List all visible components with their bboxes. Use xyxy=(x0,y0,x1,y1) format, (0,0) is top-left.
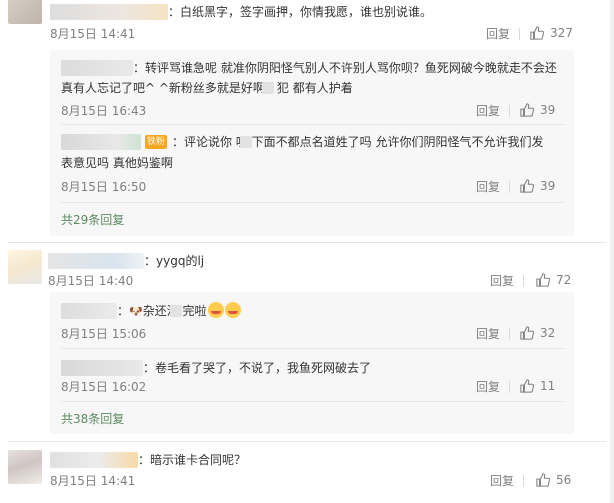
divider xyxy=(61,124,564,125)
thumbs-up-icon xyxy=(520,326,534,340)
divider xyxy=(509,328,510,340)
thumbs-up-icon xyxy=(520,103,534,117)
username-blurred[interactable] xyxy=(61,134,141,150)
like-button[interactable]: 56 xyxy=(536,472,571,488)
username-blurred[interactable] xyxy=(50,4,168,20)
divider xyxy=(523,475,524,487)
thumbs-up-icon xyxy=(530,26,544,40)
blurred-word xyxy=(262,82,274,94)
like-button[interactable]: 32 xyxy=(520,325,555,341)
avatar[interactable] xyxy=(8,450,42,484)
divider xyxy=(523,275,524,287)
divider xyxy=(509,181,510,193)
more-replies-link[interactable]: 共38条回复 xyxy=(61,411,124,427)
username-blurred[interactable] xyxy=(61,360,143,376)
comment-date: 8月15日 14:41 xyxy=(50,27,136,41)
username-blurred[interactable] xyxy=(61,303,117,319)
comment-date: 8月15日 14:40 xyxy=(48,274,134,288)
divider xyxy=(61,348,564,349)
more-replies-link[interactable]: 共29条回复 xyxy=(61,212,124,228)
comment-date: 8月15日 14:41 xyxy=(50,474,136,488)
reply-text-line2: 真有人忘记了吧^ ^新粉丝多就是好啊，犯 都有人护着 xyxy=(61,81,353,95)
reply-button[interactable]: 回复 xyxy=(476,179,500,195)
blurred-word xyxy=(240,136,252,148)
divider xyxy=(509,381,510,393)
like-button[interactable]: 39 xyxy=(520,102,555,118)
fan-badge: 铁粉 xyxy=(145,135,168,149)
divider xyxy=(61,202,564,203)
like-count: 11 xyxy=(540,379,556,393)
thumbs-up-icon xyxy=(536,273,550,287)
reply-text: ：卷毛看了哭了，不说了，我鱼死网破去了 xyxy=(143,361,372,375)
reply-button[interactable]: 回复 xyxy=(476,326,500,342)
smiling-face-emoji-icon xyxy=(224,302,241,318)
like-count: 72 xyxy=(556,273,572,287)
reply-text-line1: ：转评骂谁急呢 就准你阴阳怪气别人不许别人骂你呗？鱼死网破今晚就走不会还 xyxy=(133,61,557,75)
comment-separator xyxy=(8,242,606,243)
divider xyxy=(61,401,564,402)
avatar[interactable] xyxy=(8,0,42,24)
reply-button[interactable]: 回复 xyxy=(476,103,500,119)
reply-button[interactable]: 回复 xyxy=(476,379,500,395)
divider xyxy=(509,105,510,117)
reply-button[interactable]: 回复 xyxy=(490,473,514,489)
scrollbar[interactable] xyxy=(610,0,614,503)
username-blurred[interactable] xyxy=(61,60,133,76)
like-count: 39 xyxy=(540,103,556,117)
thumbs-up-icon xyxy=(536,473,550,487)
comment-text: ：暗示谁卡合同呢？ xyxy=(138,453,247,467)
avatar[interactable] xyxy=(8,250,42,284)
like-count: 39 xyxy=(540,179,556,193)
like-count: 327 xyxy=(550,26,573,40)
like-count: 32 xyxy=(540,326,556,340)
reply-button[interactable]: 回复 xyxy=(486,26,510,42)
thumbs-up-icon xyxy=(520,179,534,193)
username-blurred[interactable] xyxy=(50,452,138,468)
reply-button[interactable]: 回复 xyxy=(490,273,514,289)
like-button[interactable]: 39 xyxy=(520,178,555,194)
reply-date: 8月15日 16:02 xyxy=(61,380,147,394)
comment-text: ：白纸黑字，签字画押，你情我愿，谁也别说谁。 xyxy=(168,5,433,19)
reply-text-line1: ：评论说你 呢 下面不都点名道姓了吗 允许你们阴阳怪气不允许我们发 xyxy=(172,135,544,149)
reply-text-line2: 表意见吗 真他妈鉴啊 xyxy=(61,156,173,170)
smiling-face-emoji-icon xyxy=(207,302,224,318)
like-button[interactable]: 327 xyxy=(530,25,573,41)
username-blurred[interactable] xyxy=(48,253,144,269)
like-count: 56 xyxy=(556,473,572,487)
comment-text: ：yygq的lj xyxy=(144,254,205,268)
like-button[interactable]: 11 xyxy=(520,378,555,394)
divider xyxy=(519,28,520,40)
reply-date: 8月15日 16:50 xyxy=(61,180,147,194)
comment-separator xyxy=(8,441,606,442)
reply-date: 8月15日 16:43 xyxy=(61,104,147,118)
blurred-word xyxy=(170,305,182,317)
thumbs-up-icon xyxy=(520,379,534,393)
like-button[interactable]: 72 xyxy=(536,272,571,288)
reply-date: 8月15日 15:06 xyxy=(61,327,147,341)
reply-prefix: ： xyxy=(117,304,130,318)
dog-face-emoji-icon: 🐶 xyxy=(129,305,143,318)
